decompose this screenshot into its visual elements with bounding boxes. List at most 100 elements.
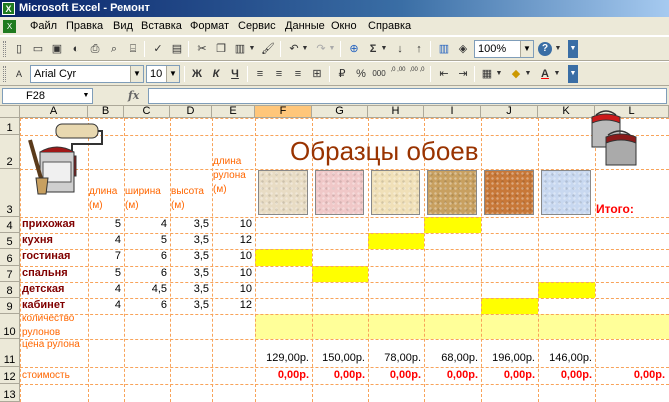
toolbar-grip[interactable] <box>3 41 6 57</box>
column-header-h[interactable]: H <box>368 106 424 118</box>
row-header-4[interactable]: 4 <box>0 217 20 233</box>
room-roll-value[interactable]: 10 <box>212 250 252 262</box>
room-height-value[interactable]: 3,5 <box>170 267 209 279</box>
currency-icon[interactable]: ₽ <box>333 66 351 82</box>
wallpaper-sample-4[interactable] <box>427 170 477 215</box>
room-length-value[interactable]: 4 <box>88 234 121 246</box>
row-header-1[interactable]: 1 <box>0 118 20 135</box>
row-header-11[interactable]: 11 <box>0 339 20 367</box>
room-width-value[interactable]: 6 <box>124 267 167 279</box>
column-header-j[interactable]: J <box>481 106 538 118</box>
formula-input[interactable] <box>148 88 667 104</box>
column-header-f[interactable]: F <box>255 106 312 118</box>
help-dropdown-icon[interactable]: ▼ <box>553 41 563 57</box>
fill-color-dropdown-icon[interactable]: ▼ <box>523 66 533 82</box>
roll-price-value[interactable]: 146,00р. <box>538 352 592 364</box>
row-header-9[interactable]: 9 <box>0 298 20 314</box>
cost-value[interactable]: 0,00р. <box>312 369 365 381</box>
increase-indent-icon[interactable]: ⇥ <box>454 66 472 82</box>
align-right-icon[interactable]: ≡ <box>289 66 307 82</box>
drawing-icon[interactable]: ◈ <box>454 41 472 57</box>
font-name-select[interactable]: Arial Cyr ▼ <box>30 65 144 83</box>
menu-format[interactable]: Формат <box>190 20 229 32</box>
styles-icon[interactable]: A <box>10 66 28 82</box>
bold-button[interactable]: Ж <box>188 66 206 82</box>
decrease-decimal-button[interactable]: ,00 ,0 <box>408 66 426 82</box>
chevron-down-icon[interactable]: ▼ <box>130 66 143 82</box>
column-header-g[interactable]: G <box>312 106 368 118</box>
toolbar-options-icon[interactable]: ▼ <box>568 65 578 83</box>
merge-center-icon[interactable]: ⊞ <box>308 66 326 82</box>
borders-dropdown-icon[interactable]: ▼ <box>494 66 504 82</box>
spelling-icon[interactable]: ✓ <box>149 41 167 57</box>
font-color-dropdown-icon[interactable]: ▼ <box>552 66 562 82</box>
hyperlink-icon[interactable]: ⊕ <box>345 41 363 57</box>
save-icon[interactable]: ▣ <box>48 41 66 57</box>
open-icon[interactable]: ▭ <box>29 41 47 57</box>
undo-dropdown-icon[interactable]: ▼ <box>300 41 310 57</box>
excel-app-icon[interactable]: X <box>2 2 15 15</box>
room-width-value[interactable]: 4 <box>124 218 167 230</box>
cost-value[interactable]: 0,00р. <box>424 369 478 381</box>
percent-button[interactable]: % <box>352 66 370 82</box>
room-width-value[interactable]: 5 <box>124 234 167 246</box>
total-cost-value[interactable]: 0,00р. <box>595 369 665 381</box>
menu-data[interactable]: Данные <box>285 20 325 32</box>
row-header-13[interactable]: 13 <box>0 384 20 402</box>
menu-tools[interactable]: Сервис <box>238 20 276 32</box>
menu-edit[interactable]: Правка <box>66 20 103 32</box>
row-header-8[interactable]: 8 <box>0 282 20 298</box>
decrease-indent-icon[interactable]: ⇤ <box>435 66 453 82</box>
column-header-b[interactable]: B <box>88 106 124 118</box>
help-icon[interactable]: ? <box>538 42 552 56</box>
cost-value[interactable]: 0,00р. <box>368 369 421 381</box>
wallpaper-sample-5[interactable] <box>484 170 534 215</box>
roll-price-value[interactable]: 68,00р. <box>424 352 478 364</box>
cut-icon[interactable]: ✂ <box>193 41 211 57</box>
room-length-value[interactable]: 4 <box>88 299 121 311</box>
column-header-d[interactable]: D <box>170 106 212 118</box>
print-icon[interactable]: ⎙ <box>86 41 104 57</box>
underline-button[interactable]: Ч <box>226 66 244 82</box>
row-header-7[interactable]: 7 <box>0 266 20 282</box>
align-left-icon[interactable]: ≡ <box>251 66 269 82</box>
toolbar-grip[interactable] <box>3 66 6 82</box>
roll-price-value[interactable]: 78,00р. <box>368 352 421 364</box>
chevron-down-icon[interactable]: ▼ <box>166 66 179 82</box>
menu-file[interactable]: Файл <box>30 20 57 32</box>
room-width-value[interactable]: 6 <box>124 299 167 311</box>
room-length-value[interactable]: 5 <box>88 267 121 279</box>
zoom-select[interactable]: 100% ▼ <box>474 40 534 58</box>
roll-price-value[interactable]: 150,00р. <box>312 352 365 364</box>
format-painter-icon[interactable]: 🖌 <box>259 41 277 57</box>
wallpaper-sample-6[interactable] <box>541 170 591 215</box>
font-size-select[interactable]: 10 ▼ <box>146 65 180 83</box>
paste-dropdown-icon[interactable]: ▼ <box>247 41 257 57</box>
menu-insert[interactable]: Вставка <box>141 20 182 32</box>
room-width-value[interactable]: 4,5 <box>124 283 167 295</box>
copy-icon[interactable]: ❐ <box>212 41 230 57</box>
chevron-down-icon[interactable]: ▼ <box>520 41 533 57</box>
cost-value[interactable]: 0,00р. <box>481 369 535 381</box>
research-icon[interactable]: ⌸ <box>124 41 142 57</box>
align-center-icon[interactable]: ≡ <box>270 66 288 82</box>
permission-icon[interactable]: ◐ <box>67 41 85 57</box>
room-roll-value[interactable]: 10 <box>212 283 252 295</box>
room-roll-value[interactable]: 12 <box>212 234 252 246</box>
cost-value[interactable]: 0,00р. <box>255 369 309 381</box>
column-header-a[interactable]: A <box>20 106 88 118</box>
menu-view[interactable]: Вид <box>113 20 133 32</box>
column-header-i[interactable]: I <box>424 106 481 118</box>
room-length-value[interactable]: 4 <box>88 283 121 295</box>
room-height-value[interactable]: 3,5 <box>170 218 209 230</box>
column-header-e[interactable]: E <box>212 106 255 118</box>
wallpaper-sample-3[interactable] <box>371 170 420 215</box>
redo-dropdown-icon[interactable]: ▼ <box>327 41 337 57</box>
print-preview-icon[interactable]: ⌕ <box>105 41 123 57</box>
column-header-c[interactable]: C <box>124 106 170 118</box>
room-roll-value[interactable]: 10 <box>212 267 252 279</box>
sort-descending-icon[interactable]: ↑ <box>410 41 428 57</box>
row-header-10[interactable]: 10 <box>0 314 20 339</box>
increase-decimal-button[interactable]: ,0 ,00 <box>389 66 407 82</box>
name-box[interactable]: F28 ▼ <box>2 88 93 104</box>
